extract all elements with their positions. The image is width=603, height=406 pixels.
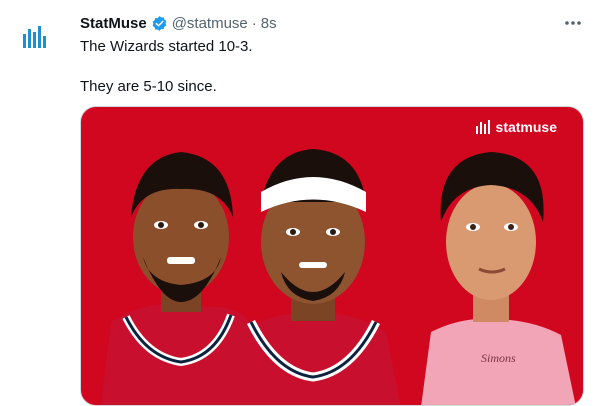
- players-illustration: Simons: [101, 149, 576, 405]
- jersey-text: Simons: [481, 351, 516, 365]
- statmuse-logo-icon: [23, 26, 46, 48]
- tweet-text: The Wizards started 10-3. They are 5-10 …: [80, 37, 253, 97]
- display-name[interactable]: StatMuse: [80, 15, 147, 32]
- player-right: Simons: [421, 152, 576, 405]
- statmuse-watermark: statmuse: [475, 119, 557, 135]
- tweet: StatMuse @statmuse · 8s The Wizards star…: [0, 0, 603, 406]
- tweet-header: StatMuse @statmuse · 8s: [80, 13, 277, 33]
- avatar[interactable]: [16, 17, 56, 57]
- statmuse-brand-icon: [475, 120, 490, 134]
- timestamp[interactable]: 8s: [261, 15, 277, 32]
- tweet-media-image[interactable]: Simons statmuse: [80, 106, 584, 406]
- player-center: [221, 149, 401, 405]
- handle[interactable]: @statmuse: [172, 15, 248, 32]
- tweet-text-line-2: They are 5-10 since.: [80, 78, 217, 95]
- verified-badge-icon: [152, 15, 166, 31]
- tweet-text-line-1: The Wizards started 10-3.: [80, 38, 253, 55]
- more-options-icon[interactable]: [563, 13, 583, 33]
- brand-text: statmuse: [495, 119, 557, 135]
- more-dots: [565, 21, 581, 25]
- separator-dot: ·: [251, 14, 257, 32]
